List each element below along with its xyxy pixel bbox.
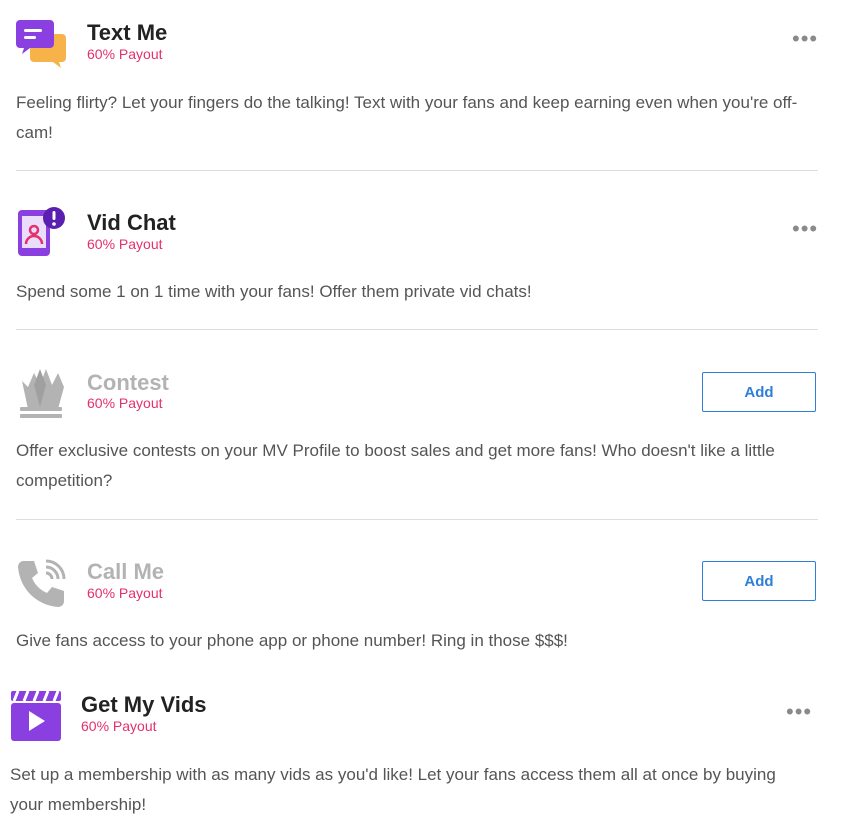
payout-label: 60% Payout [81,718,157,734]
feature-title: Contest [87,370,169,395]
feature-title: Vid Chat [87,210,176,235]
payout-label: 60% Payout [87,395,163,411]
feature-title: Text Me [87,20,168,45]
chat-bubbles-icon [16,18,66,68]
feature-text-me: Text Me 60% Payout ••• Feeling flirty? L… [0,0,845,170]
payout-label: 60% Payout [87,585,163,601]
feature-description: Give fans access to your phone app or ph… [16,631,568,650]
payout-label: 60% Payout [87,46,163,62]
feature-description: Offer exclusive contests on your MV Prof… [16,441,775,490]
feature-description: Spend some 1 on 1 time with your fans! O… [16,282,532,301]
more-options-button[interactable]: ••• [792,28,818,50]
feature-get-my-vids: Get My Vids 60% Payout ••• Set up a memb… [0,669,845,835]
feature-description: Set up a membership with as many vids as… [10,765,776,814]
more-options-button[interactable]: ••• [792,218,818,240]
payout-label: 60% Payout [87,236,163,252]
feature-title: Call Me [87,559,165,584]
feature-call-me: Call Me 60% Payout Add Give fans access … [0,519,845,669]
phone-call-icon [16,557,66,607]
feature-contest: Contest 60% Payout Add Offer exclusive c… [0,329,845,519]
add-button[interactable]: Add [702,561,816,601]
feature-title: Get My Vids [81,692,207,717]
feature-vid-chat: Vid Chat 60% Payout ••• Spend some 1 on … [0,170,845,330]
crown-icon [16,367,66,418]
clapperboard-play-icon [10,689,61,741]
feature-description: Feeling flirty? Let your fingers do the … [16,93,798,142]
more-options-button[interactable]: ••• [786,701,812,723]
add-button[interactable]: Add [702,372,816,412]
phone-video-alert-icon [16,206,66,256]
